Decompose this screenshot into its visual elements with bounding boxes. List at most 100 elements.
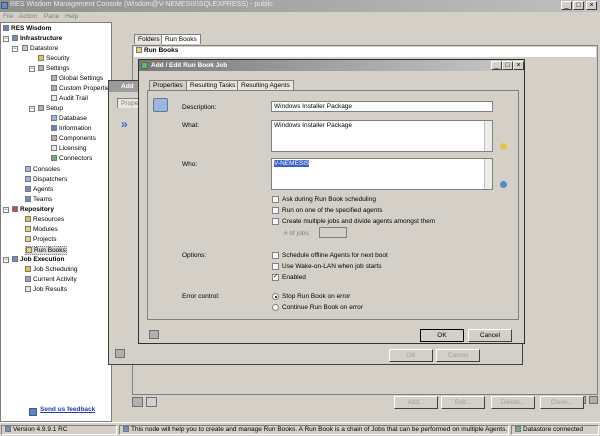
search-icon[interactable] bbox=[146, 397, 157, 407]
collapse-icon[interactable]: − bbox=[12, 46, 18, 52]
setup-icon bbox=[38, 105, 44, 111]
menu-file[interactable]: File bbox=[3, 13, 13, 20]
what-scrollbar[interactable] bbox=[484, 121, 492, 151]
tree-item-information[interactable]: Information bbox=[51, 125, 92, 132]
dialog-notes-icon[interactable] bbox=[149, 330, 159, 339]
run-books-header: Run Books bbox=[134, 47, 596, 57]
tree-item-dispatchers[interactable]: Dispatchers bbox=[25, 176, 67, 183]
message-status: This node will help you to create and ma… bbox=[119, 425, 509, 435]
clone-button[interactable]: Clone... bbox=[540, 396, 584, 409]
add-button[interactable]: Add... bbox=[394, 396, 438, 409]
close-button[interactable]: × bbox=[586, 1, 597, 10]
info-icon bbox=[51, 125, 57, 131]
menu-pane[interactable]: Pane bbox=[44, 13, 59, 20]
who-label: Who: bbox=[182, 161, 198, 168]
continue-on-error-radio[interactable] bbox=[272, 304, 279, 311]
agent-icon bbox=[25, 186, 31, 192]
schedule-offline-label: Schedule offline Agents for next boot bbox=[282, 252, 388, 259]
tab-folders[interactable]: Folders bbox=[134, 34, 164, 44]
wake-on-lan-checkbox[interactable] bbox=[272, 263, 279, 270]
menu-action[interactable]: Action bbox=[19, 13, 37, 20]
tree-item-connectors[interactable]: Connectors bbox=[51, 155, 92, 162]
dispatcher-icon bbox=[25, 176, 31, 182]
enabled-checkbox[interactable]: ✓ bbox=[272, 274, 279, 281]
back-cancel-button[interactable]: Cancel bbox=[436, 349, 480, 362]
tree-item-modules[interactable]: Modules bbox=[25, 226, 58, 233]
tree-item-setup[interactable]: Setup bbox=[38, 105, 63, 112]
ok-button[interactable]: OK bbox=[420, 329, 464, 342]
dialog-close-button[interactable]: × bbox=[513, 61, 524, 70]
stop-on-error-radio[interactable] bbox=[272, 293, 279, 300]
tree-item-current-activity[interactable]: Current Activity bbox=[25, 276, 77, 283]
error-control-label: Error control: bbox=[182, 293, 220, 300]
tree-view-icon[interactable] bbox=[132, 397, 143, 407]
collapse-icon[interactable]: − bbox=[29, 106, 35, 112]
activity-icon bbox=[25, 276, 31, 282]
status-bar: Version 4.9.9.1 RC This node will help y… bbox=[0, 422, 600, 436]
tree-item-job-results[interactable]: Job Results bbox=[25, 286, 67, 293]
tab-resulting-agents[interactable]: Resulting Agents bbox=[237, 80, 294, 90]
delete-icon[interactable] bbox=[589, 396, 598, 404]
tree-item-teams[interactable]: Teams bbox=[25, 196, 52, 203]
tab-resulting-tasks[interactable]: Resulting Tasks bbox=[186, 80, 240, 90]
tab-run-books[interactable]: Run Books bbox=[161, 34, 201, 44]
info-icon bbox=[123, 426, 129, 432]
who-scrollbar[interactable] bbox=[484, 159, 492, 189]
dialog-minimize-button[interactable]: _ bbox=[491, 61, 502, 70]
tree-item-run-books[interactable]: Run Books bbox=[25, 246, 67, 255]
database-icon bbox=[51, 115, 57, 121]
tree-item-datastore[interactable]: Datastore bbox=[22, 45, 58, 52]
tree-item-consoles[interactable]: Consoles bbox=[25, 166, 60, 173]
tree-item-licensing[interactable]: Licensing bbox=[51, 145, 86, 152]
tree-item-projects[interactable]: Projects bbox=[25, 236, 56, 243]
what-input[interactable]: Windows Installer Package bbox=[271, 120, 493, 152]
description-label: Description: bbox=[182, 104, 217, 111]
tree-item-repository[interactable]: Repository bbox=[12, 206, 54, 213]
properties-gear-icon bbox=[153, 98, 168, 112]
options-label: Options: bbox=[182, 252, 207, 259]
delete-button[interactable]: Delete... bbox=[491, 396, 535, 409]
who-browse-icon[interactable] bbox=[500, 181, 507, 188]
tree-item-settings[interactable]: Settings bbox=[38, 65, 70, 72]
tab-properties[interactable]: Properties bbox=[149, 80, 187, 90]
what-browse-icon[interactable] bbox=[500, 143, 507, 150]
tree-item-components[interactable]: Components bbox=[51, 135, 96, 142]
repository-icon bbox=[12, 206, 18, 212]
tree-item-custom-properties[interactable]: Custom Properties bbox=[51, 85, 113, 92]
schedule-offline-checkbox[interactable] bbox=[272, 252, 279, 259]
menu-help[interactable]: Help bbox=[65, 13, 78, 20]
who-input[interactable]: V-NEMESIS bbox=[271, 158, 493, 190]
tree-item-resources[interactable]: Resources bbox=[25, 216, 64, 223]
tree-item-job-scheduling[interactable]: Job Scheduling bbox=[25, 266, 77, 273]
tree-item-root[interactable]: RES Wisdom bbox=[3, 25, 51, 32]
key-icon bbox=[38, 55, 44, 61]
back-ok-button[interactable]: OK bbox=[389, 349, 433, 362]
collapse-icon[interactable]: − bbox=[3, 36, 9, 42]
run-one-checkbox[interactable] bbox=[272, 207, 279, 214]
collapse-icon[interactable]: − bbox=[29, 66, 35, 72]
minimize-button[interactable]: _ bbox=[561, 1, 572, 10]
ask-scheduling-checkbox[interactable] bbox=[272, 196, 279, 203]
tree-item-security[interactable]: Security bbox=[38, 55, 69, 62]
create-multiple-checkbox[interactable] bbox=[272, 218, 279, 225]
edit-button[interactable]: Edit... bbox=[441, 396, 485, 409]
cancel-button[interactable]: Cancel bbox=[468, 329, 512, 342]
tree-item-database[interactable]: Database bbox=[51, 115, 87, 122]
collapse-icon[interactable]: − bbox=[3, 207, 9, 213]
dialog-maximize-button[interactable]: □ bbox=[502, 61, 513, 70]
num-jobs-input[interactable] bbox=[319, 227, 347, 238]
tree-item-audit-trail[interactable]: Audit Trail bbox=[51, 95, 88, 102]
clock-icon bbox=[25, 266, 31, 272]
gear-icon bbox=[51, 75, 57, 81]
tree-item-job-execution[interactable]: Job Execution bbox=[12, 256, 64, 263]
notes-icon[interactable] bbox=[115, 349, 125, 358]
version-icon bbox=[5, 426, 11, 432]
collapse-icon[interactable]: − bbox=[3, 257, 9, 263]
star-icon bbox=[25, 216, 31, 222]
tree-item-agents[interactable]: Agents bbox=[25, 186, 53, 193]
send-feedback-link[interactable]: Send us feedback bbox=[40, 406, 95, 413]
tree-item-global-settings[interactable]: Global Settings bbox=[51, 75, 103, 82]
maximize-button[interactable]: □ bbox=[573, 1, 584, 10]
tree-item-infrastructure[interactable]: Infrastructure bbox=[12, 35, 62, 42]
description-input[interactable]: Windows Installer Package bbox=[271, 101, 493, 112]
